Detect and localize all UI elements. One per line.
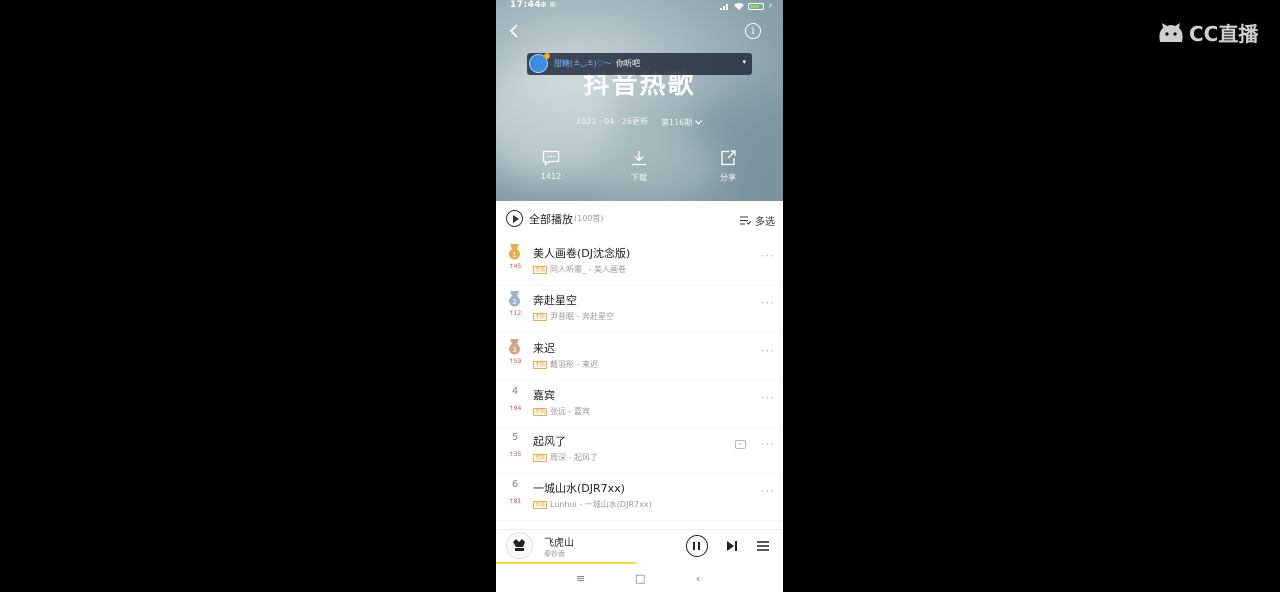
share-button[interactable]: 分享 (698, 150, 758, 183)
lossless-badge: 无损 (533, 500, 548, 509)
song-artist: 周深 - 起风了 (550, 453, 598, 462)
now-playing-title: 飞虎山 (544, 538, 574, 549)
rank-number: 5 (511, 432, 519, 443)
more-options-icon[interactable]: ··· (761, 344, 775, 358)
download-label: 下载 (631, 173, 647, 182)
song-row[interactable]: 2 ↑12 奔赴星空 无损 尹昔眠 - 奔赴星空 ··· (496, 286, 783, 333)
bronze-medal-icon: 3 (509, 339, 520, 355)
rank-trend: ↑59 (508, 358, 522, 365)
rank-number: 4 (511, 386, 519, 397)
play-all-label: 全部播放 (529, 212, 573, 226)
chevron-down-icon[interactable]: ▾ (742, 58, 746, 66)
download-button[interactable]: 下载 (609, 150, 669, 183)
system-nav-bar: ≡ □ ‹ (496, 564, 783, 592)
comment-icon (542, 150, 560, 166)
notification-icons: ⊕ ⊛ (540, 0, 556, 9)
wifi-icon (734, 2, 745, 10)
lossless-badge: 无损 (533, 265, 548, 274)
rank-trend: ↑35 (508, 451, 522, 458)
mv-icon[interactable]: ▸ (735, 440, 746, 449)
update-date: 2021 · 04 · 26更新 (576, 117, 648, 126)
song-title: 美人画卷(DJ沈念版) (533, 247, 631, 260)
more-options-icon[interactable]: ··· (761, 296, 775, 310)
watermark-text: CC直播 (1189, 22, 1259, 46)
back-arrow-icon[interactable] (506, 22, 524, 40)
status-time: 17:44 (510, 0, 542, 10)
overlay-username: 甜糖(≗◡≗)♡～ (554, 59, 612, 68)
lossless-badge: 无损 (533, 407, 548, 416)
song-row[interactable]: 6 ↑81 一城山水(DJR7xx) 无损 Lunhui - 一城山水(DJR7x… (496, 474, 783, 521)
song-row[interactable]: 5 ↑35 起风了 无损 周深 - 起风了 ▸ ··· (496, 427, 783, 474)
song-artist: Lunhui - 一城山水(DJR7xx) (550, 500, 652, 509)
lossless-badge: 无损 (533, 312, 548, 321)
rank-number: 2 (512, 298, 516, 306)
charging-icon: ⚡ (768, 2, 773, 10)
download-icon (632, 151, 646, 166)
rank-trend: ↑12 (508, 310, 522, 317)
info-icon[interactable]: i (745, 23, 761, 39)
mini-player[interactable]: 飞虎山 秦钞香 (496, 529, 783, 564)
phone-screen: 17:44 ⊕ ⊛ ⚡ i 抖音热歌 甜糖(≗◡≗)♡～ 你听吧 ▾ 2021 … (496, 0, 783, 592)
album-art-icon (507, 533, 532, 558)
song-row[interactable]: 1 ↑45 美人画卷(DJ沈念版) 无损 同人听書_ - 美人画卷 ··· (496, 239, 783, 286)
gold-medal-icon: 1 (509, 244, 520, 260)
pause-button[interactable] (686, 535, 708, 557)
song-title: 来迟 (533, 342, 555, 355)
live-overlay-bar[interactable]: 甜糖(≗◡≗)♡～ 你听吧 ▾ (527, 53, 752, 75)
song-artist: 张远 - 嘉宾 (550, 407, 590, 416)
rank-trend: ↑94 (508, 405, 522, 412)
song-title: 一城山水(DJR7xx) (533, 482, 625, 495)
share-label: 分享 (720, 173, 736, 182)
song-row[interactable]: 3 ↑59 来迟 无损 戴羽彤 - 来迟 ··· (496, 334, 783, 381)
cc-live-watermark: CC直播 (1157, 18, 1258, 47)
multi-select-icon (740, 216, 751, 225)
rank-number: 1 (512, 251, 516, 259)
now-playing-artist: 秦钞香 (544, 550, 565, 558)
comment-count: 1412 (540, 172, 562, 181)
issue-label: 第116期 (661, 118, 693, 127)
multi-select-button[interactable]: 多选 (740, 213, 775, 228)
overlay-text: 你听吧 (616, 59, 640, 68)
lossless-badge: 无损 (533, 453, 548, 462)
playlist-icon[interactable] (757, 540, 769, 552)
more-options-icon[interactable]: ··· (761, 484, 775, 498)
song-title: 奔赴星空 (533, 294, 577, 307)
share-icon (721, 150, 736, 166)
play-all-button[interactable]: 全部播放 (100首) (506, 210, 604, 227)
multi-select-label: 多选 (755, 217, 775, 228)
song-artist: 尹昔眠 - 奔赴星空 (550, 312, 614, 321)
song-artist: 同人听書_ - 美人画卷 (550, 265, 626, 274)
album-cover[interactable] (506, 532, 533, 559)
rank-number: 3 (512, 346, 516, 354)
more-options-icon[interactable]: ··· (761, 391, 775, 405)
song-title: 起风了 (533, 435, 566, 448)
song-title: 嘉宾 (533, 389, 555, 402)
more-options-icon[interactable]: ··· (761, 437, 775, 451)
more-options-icon[interactable]: ··· (761, 249, 775, 263)
rank-number: 6 (511, 479, 519, 490)
issue-selector[interactable]: 第116期 (661, 117, 702, 128)
comment-button[interactable]: 1412 (521, 150, 581, 181)
next-track-icon[interactable] (726, 540, 738, 552)
play-icon (506, 210, 523, 227)
avatar (529, 53, 550, 73)
menu-icon[interactable]: ≡ (576, 572, 585, 585)
home-icon[interactable]: □ (635, 572, 645, 585)
silver-medal-icon: 2 (509, 291, 520, 307)
playlist-header: 17:44 ⊕ ⊛ ⚡ i 抖音热歌 甜糖(≗◡≗)♡～ 你听吧 ▾ 2021 … (496, 0, 783, 201)
rank-trend: ↑81 (508, 498, 522, 505)
rank-trend: ↑45 (508, 263, 522, 270)
chevron-down-icon (694, 120, 702, 125)
song-list: 全部播放 (100首) 多选 1 ↑45 美人画卷(DJ沈念版) 无损 同人听書_… (496, 201, 783, 529)
song-count: (100首) (574, 214, 604, 223)
battery-icon (748, 2, 765, 10)
cat-logo-icon (1159, 22, 1183, 42)
signal-icon (720, 3, 729, 10)
status-bar: 17:44 ⊕ ⊛ ⚡ (496, 0, 783, 12)
song-artist: 戴羽彤 - 来迟 (550, 360, 598, 369)
lossless-badge: 无损 (533, 360, 548, 369)
back-icon[interactable]: ‹ (696, 572, 700, 585)
song-row[interactable]: 4 ↑94 嘉宾 无损 张远 - 嘉宾 ··· (496, 381, 783, 428)
